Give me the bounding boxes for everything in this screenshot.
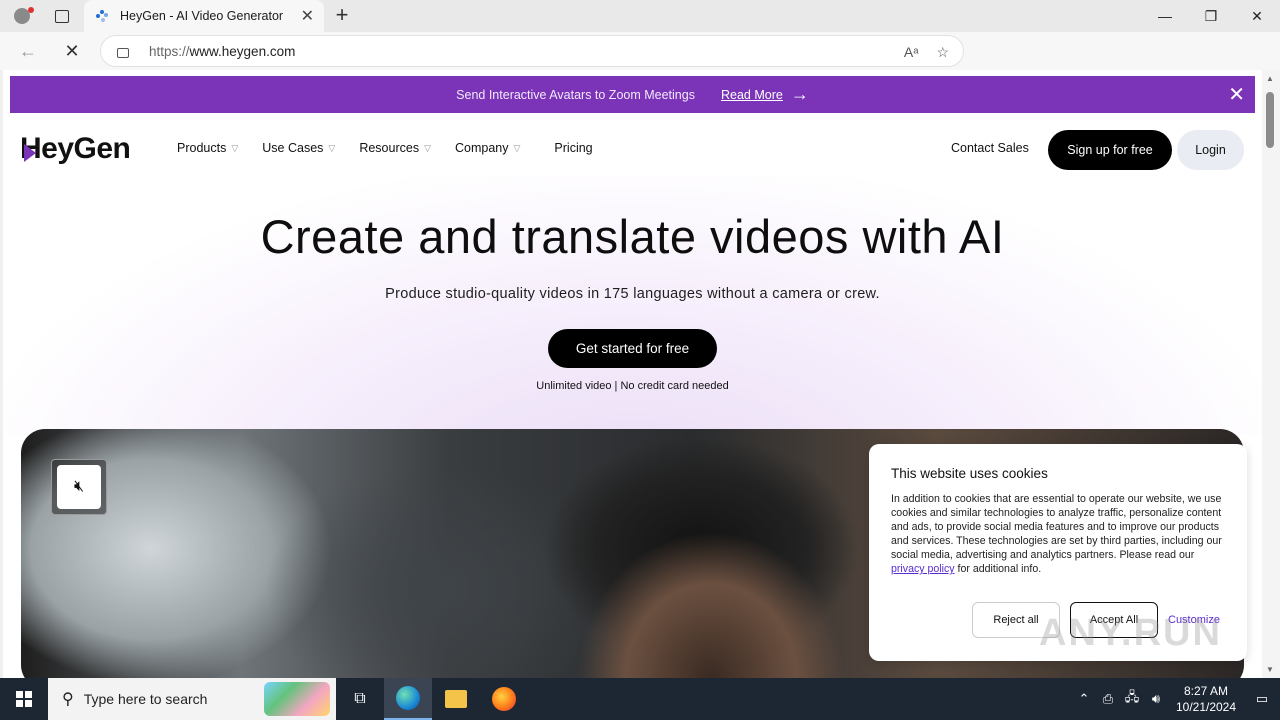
chevron-down-icon: ▽ xyxy=(513,142,521,153)
cookie-body: In addition to cookies that are essentia… xyxy=(891,492,1225,576)
menu-item-products[interactable]: Products ▽ xyxy=(177,141,238,155)
clock-time: 8:27 AM xyxy=(1183,684,1229,698)
firefox-icon xyxy=(492,687,516,711)
window-close-icon[interactable]: ✕ xyxy=(1234,0,1280,32)
announcement-banner: Send Interactive Avatars to Zoom Meeting… xyxy=(10,76,1255,113)
device-icon[interactable]: ⎙ xyxy=(1096,691,1120,707)
stop-loading-icon[interactable]: ✕ xyxy=(54,33,90,69)
edge-icon xyxy=(396,686,420,710)
tab-close-icon[interactable]: ✕ xyxy=(301,6,314,26)
menu-item-pricing[interactable]: Pricing xyxy=(554,141,592,155)
chevron-down-icon: ▽ xyxy=(424,142,431,153)
read-aloud-icon[interactable]: A͏ᵃ xyxy=(904,44,919,60)
loading-icon xyxy=(94,8,110,24)
chevron-down-icon: ▽ xyxy=(328,142,336,153)
tab-title: HeyGen - AI Video Generator xyxy=(120,9,284,23)
taskbar-search[interactable]: ⚲ Type here to search xyxy=(48,678,336,720)
site-navbar: HeyGen Products ▽ Use Cases ▽ Resources ▽ C… xyxy=(3,125,1262,175)
clock-date: 10/21/2024 xyxy=(1175,700,1237,714)
folder-icon xyxy=(445,690,467,708)
taskbar-edge[interactable] xyxy=(384,678,432,720)
windows-taskbar: ⚲ Type here to search ⧉ ⌃ ⎙ 🖧︎ 🔊︎ 8:27 A… xyxy=(0,678,1280,720)
hero-note: Unlimited video | No credit card needed xyxy=(536,380,729,392)
chevron-down-icon: ▽ xyxy=(231,142,239,153)
menu-item-company[interactable]: Company ▽ xyxy=(455,141,520,155)
cookie-title: This website uses cookies xyxy=(891,466,1048,481)
menu-label: Use Cases xyxy=(262,141,324,155)
address-bar-row: ← ✕ https:// www.heygen.com A͏ᵃ ☆ ⧉ ◫ ✩ … xyxy=(0,32,1280,95)
menu-label: Products xyxy=(177,141,227,155)
cookie-body-end: for additional info. xyxy=(954,563,1042,575)
network-icon[interactable]: 🖧︎ xyxy=(1120,688,1144,710)
banner-read-more-link[interactable]: Read More xyxy=(721,88,783,102)
hero-section: Create and translate videos with AI Prod… xyxy=(3,175,1262,435)
new-tab-button[interactable]: + xyxy=(330,4,354,28)
get-started-button[interactable]: Get started for free xyxy=(548,329,717,368)
url-protocol: https:// xyxy=(149,43,190,59)
privacy-policy-link[interactable]: privacy policy xyxy=(891,563,955,575)
banner-message: Send Interactive Avatars to Zoom Meeting… xyxy=(456,87,695,102)
search-icon: ⚲ xyxy=(62,691,74,708)
minimize-icon[interactable]: — xyxy=(1142,0,1188,32)
anyrun-watermark: ANY.RUN xyxy=(1039,612,1222,654)
menu-item-use-cases[interactable]: Use Cases ▽ xyxy=(262,141,335,155)
menu-label: Pricing xyxy=(554,141,593,155)
tab-actions-icon[interactable] xyxy=(44,0,80,32)
favorite-star-icon[interactable]: ☆ xyxy=(936,44,949,61)
cookie-body-text: In addition to cookies that are essentia… xyxy=(891,493,1222,561)
page-scrollbar[interactable]: ▲ ▼ xyxy=(1262,70,1280,678)
heygen-logo[interactable]: HeyGen xyxy=(20,132,131,166)
login-button[interactable]: Login xyxy=(1177,130,1244,170)
mute-button[interactable]: 🔇︎ xyxy=(51,459,107,515)
scrollbar-thumb[interactable] xyxy=(1266,92,1274,148)
back-icon[interactable]: ← xyxy=(10,33,46,69)
restore-icon[interactable]: ❐ xyxy=(1188,0,1234,32)
clock[interactable]: 8:27 AM 10/21/2024 xyxy=(1168,683,1244,715)
windows-logo-icon xyxy=(16,691,32,707)
arrow-right-icon[interactable]: → xyxy=(791,84,809,105)
logo-text: HeyGen xyxy=(20,132,131,165)
browser-tab[interactable]: HeyGen - AI Video Generator ✕ xyxy=(84,0,324,32)
lock-icon xyxy=(117,48,129,58)
web-page: Send Interactive Avatars to Zoom Meeting… xyxy=(0,70,1262,678)
menu-item-resources[interactable]: Resources ▽ xyxy=(359,141,431,155)
hero-headline: Create and translate videos with AI xyxy=(260,210,1005,263)
scroll-up-icon[interactable]: ▲ xyxy=(1266,74,1274,83)
start-button[interactable] xyxy=(0,678,48,720)
volume-icon[interactable]: 🔊︎ xyxy=(1144,691,1168,707)
menu-label: Resources xyxy=(359,141,420,155)
taskbar-file-explorer[interactable] xyxy=(432,678,480,720)
speaker-muted-icon: 🔇︎ xyxy=(57,465,101,509)
logo-play-icon xyxy=(24,144,36,162)
url-field[interactable]: https:// www.heygen.com A͏ᵃ ☆ xyxy=(100,35,964,67)
taskbar-firefox[interactable] xyxy=(480,678,528,720)
menu-label: Company xyxy=(455,141,509,155)
chevron-up-icon[interactable]: ⌃ xyxy=(1072,691,1096,707)
sign-up-button[interactable]: Sign up for free xyxy=(1048,130,1172,170)
search-placeholder: Type here to search xyxy=(83,691,208,707)
task-view-icon[interactable]: ⧉ xyxy=(336,678,384,720)
hero-subline: Produce studio-quality videos in 175 lan… xyxy=(385,286,880,302)
browser-tab-bar: HeyGen - AI Video Generator ✕ + — ❐ ✕ xyxy=(0,0,1280,32)
banner-close-icon[interactable]: ✕ xyxy=(1228,82,1245,107)
search-highlight-image xyxy=(264,682,330,716)
notification-icon[interactable]: ▭ xyxy=(1244,691,1280,707)
url-domain: www.heygen.com xyxy=(189,43,296,59)
main-menu: Products ▽ Use Cases ▽ Resources ▽ Company ▽… xyxy=(177,141,617,155)
profile-icon[interactable] xyxy=(0,0,44,32)
contact-sales-link[interactable]: Contact Sales xyxy=(951,141,1029,155)
system-tray: ⌃ ⎙ 🖧︎ 🔊︎ 8:27 AM 10/21/2024 ▭ xyxy=(1072,678,1280,720)
scroll-down-icon[interactable]: ▼ xyxy=(1266,665,1274,674)
